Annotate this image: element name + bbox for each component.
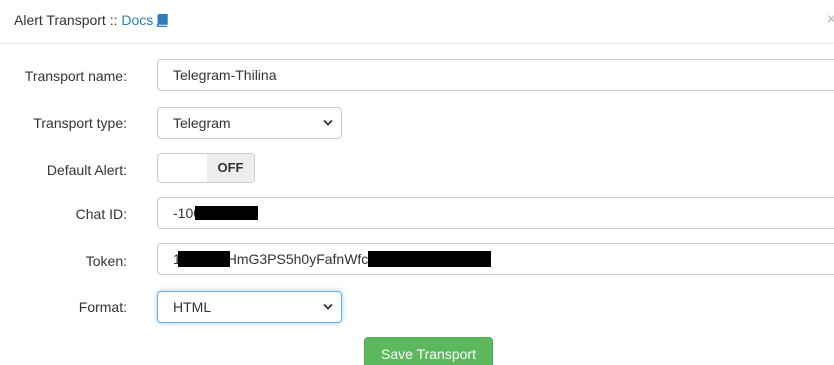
token-input[interactable]: [157, 243, 834, 275]
chevron-down-icon: [323, 303, 333, 310]
token-label: Token:: [85, 253, 127, 269]
toggle-state: OFF: [207, 154, 254, 182]
modal-title: Alert Transport :: Docs: [14, 12, 168, 28]
default-alert-toggle[interactable]: OFF: [157, 153, 255, 183]
chat-id-input[interactable]: [157, 197, 834, 229]
format-label: Format:: [78, 299, 127, 315]
book-icon: [157, 14, 168, 27]
modal-title-text: Alert Transport ::: [14, 12, 118, 28]
transport-name-input[interactable]: [157, 59, 834, 91]
alert-transport-modal: Alert Transport :: Docs × Transport name…: [0, 0, 834, 365]
default-alert-label: Default Alert:: [46, 162, 127, 178]
transport-type-select[interactable]: Telegram: [157, 107, 342, 139]
format-value: HTML: [173, 299, 212, 315]
docs-link-label: Docs: [121, 12, 154, 28]
transport-name-label: Transport name:: [24, 68, 127, 84]
transport-type-value: Telegram: [173, 115, 231, 131]
chat-id-label: Chat ID:: [75, 206, 127, 222]
transport-type-label: Transport type:: [33, 115, 127, 131]
chevron-down-icon: [323, 119, 333, 126]
save-transport-button[interactable]: Save Transport: [364, 337, 493, 365]
close-icon[interactable]: ×: [827, 12, 834, 28]
toggle-handle: [158, 154, 208, 182]
format-select[interactable]: HTML: [157, 291, 342, 323]
docs-link[interactable]: Docs: [121, 12, 168, 28]
modal-header: Alert Transport :: Docs ×: [0, 0, 834, 44]
